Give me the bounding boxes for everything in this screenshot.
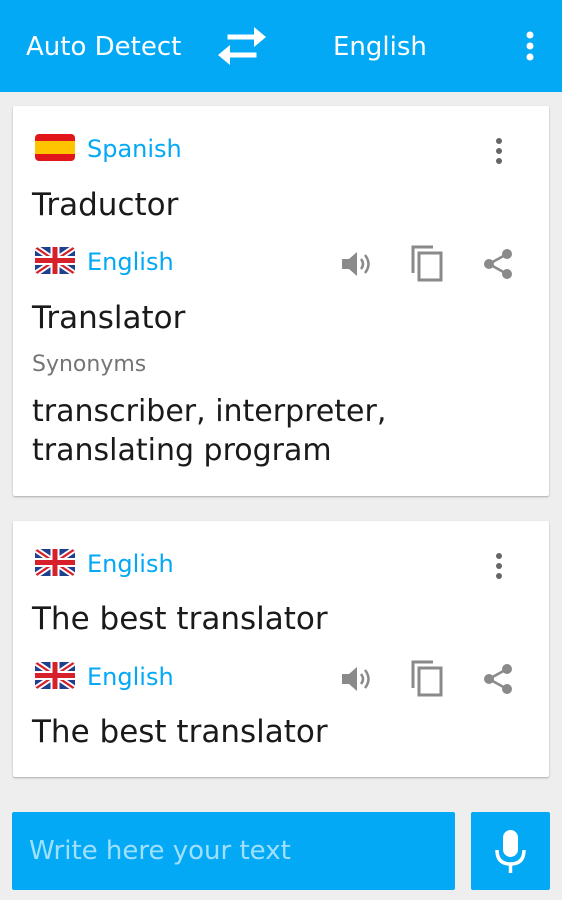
copy-icon (411, 660, 443, 697)
more-vert-icon (496, 553, 502, 579)
source-text: The best translator (32, 601, 328, 637)
top-app-bar: Auto Detect English (0, 0, 562, 92)
source-language-label[interactable]: English (87, 549, 174, 579)
translation-language-label[interactable]: English (87, 662, 174, 692)
copy-button[interactable] (409, 243, 445, 283)
speak-button[interactable] (339, 249, 375, 279)
voice-input-button[interactable] (471, 812, 550, 890)
copy-button[interactable] (409, 658, 445, 698)
translation-language-label[interactable]: English (87, 247, 174, 277)
overflow-menu-button[interactable] (516, 28, 544, 64)
uk-flag-icon (35, 549, 75, 576)
synonyms-text: transcriber, interpreter, translating pr… (32, 394, 387, 468)
copy-icon (411, 245, 443, 282)
translation-card: English The best translator English The … (13, 521, 549, 777)
more-vert-icon (526, 31, 534, 61)
volume-icon (342, 667, 370, 691)
source-language-selector[interactable]: Auto Detect (26, 29, 181, 65)
source-text: Traductor (32, 187, 179, 223)
synonyms-label: Synonyms (32, 352, 147, 377)
card-menu-button[interactable] (489, 134, 509, 168)
card-menu-button[interactable] (489, 549, 509, 583)
more-vert-icon (496, 138, 502, 164)
swap-arrows-icon (218, 27, 266, 65)
share-icon (484, 249, 512, 279)
translation-card: Spanish Traductor English Translator Syn… (13, 106, 549, 496)
spain-flag-icon (35, 134, 75, 161)
uk-flag-icon (35, 662, 75, 689)
text-input-field[interactable]: Write here your text (12, 812, 455, 890)
source-language-label[interactable]: Spanish (87, 134, 182, 164)
target-language-selector[interactable]: English (333, 29, 427, 65)
swap-languages-button[interactable] (214, 24, 270, 68)
share-button[interactable] (481, 662, 515, 696)
share-icon (484, 664, 512, 694)
translation-text: The best translator (32, 714, 328, 750)
volume-icon (342, 252, 370, 276)
uk-flag-icon (35, 247, 75, 274)
share-button[interactable] (481, 247, 515, 281)
speak-button[interactable] (339, 664, 375, 694)
translation-text: Translator (32, 300, 186, 336)
microphone-icon (495, 830, 526, 873)
